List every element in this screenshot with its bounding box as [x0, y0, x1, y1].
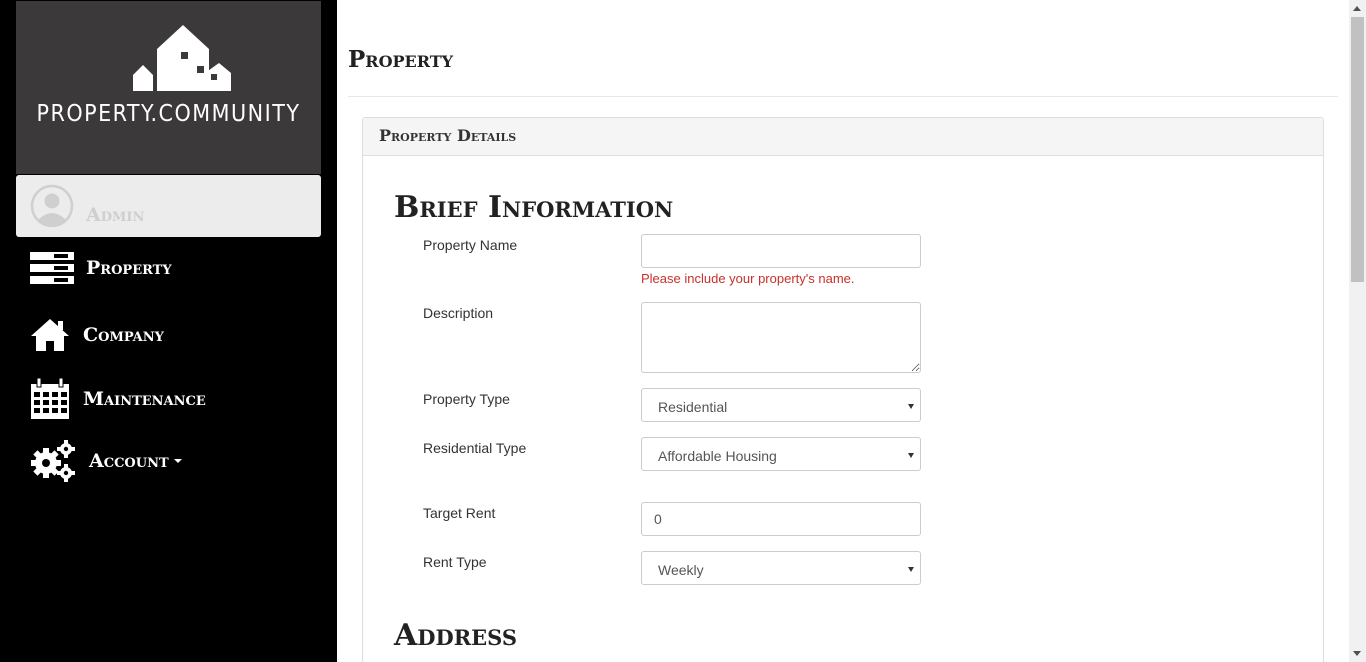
scroll-up-arrow-icon[interactable] [1353, 6, 1361, 11]
target-rent-label: Target Rent [423, 505, 496, 521]
description-textarea[interactable] [641, 302, 921, 373]
panel-title: Property Details [363, 118, 1323, 156]
brand-name: PROPERTY.COMMUNITY [36, 101, 301, 127]
nav-label: Account [89, 450, 169, 472]
property-details-panel: Property Details Brief Information Prope… [362, 117, 1324, 662]
property-type-select[interactable]: Residential [641, 388, 921, 422]
nav-label: Company [83, 324, 164, 346]
nav-account[interactable]: Account [30, 439, 182, 483]
gears-icon [31, 440, 75, 482]
rent-type-select[interactable]: Weekly [641, 551, 921, 585]
rent-type-value: Weekly [658, 562, 704, 578]
chevron-down-icon [173, 459, 182, 463]
sidebar: PROPERTY.COMMUNITY Admin Property Compan… [0, 0, 337, 662]
section-brief-information: Brief Information [394, 190, 674, 225]
page-title: Property [348, 46, 454, 73]
nav-company[interactable]: Company [30, 318, 164, 352]
residential-type-value: Affordable Housing [658, 448, 777, 464]
property-name-label: Property Name [423, 237, 518, 253]
property-name-input[interactable] [641, 234, 921, 268]
house-logo-icon [133, 25, 231, 91]
nav-maintenance[interactable]: Maintenance [30, 378, 206, 420]
vertical-scrollbar[interactable] [1349, 0, 1366, 662]
nav-label: Property [86, 257, 172, 279]
caret-down-icon [908, 404, 914, 409]
divider [348, 96, 1338, 97]
nav-property[interactable]: Property [30, 251, 172, 285]
home-icon [31, 319, 69, 351]
description-label: Description [423, 305, 494, 321]
property-name-error: Please include your property's name. [641, 271, 855, 286]
main-content: Property Property Details Brief Informat… [337, 0, 1349, 662]
brand-logo[interactable]: PROPERTY.COMMUNITY [16, 1, 321, 174]
property-type-label: Property Type [423, 391, 510, 407]
avatar-icon [30, 184, 74, 228]
target-rent-input[interactable] [641, 502, 921, 536]
caret-down-icon [908, 567, 914, 572]
caret-down-icon [908, 453, 914, 458]
scroll-down-arrow-icon[interactable] [1353, 651, 1361, 656]
calendar-icon [31, 378, 69, 419]
scroll-thumb[interactable] [1351, 17, 1364, 282]
residential-type-select[interactable]: Affordable Housing [641, 437, 921, 471]
nav-label: Maintenance [83, 388, 206, 410]
rent-type-label: Rent Type [423, 554, 487, 570]
property-type-value: Residential [658, 399, 728, 415]
residential-type-label: Residential Type [423, 440, 527, 456]
user-profile[interactable]: Admin [16, 175, 321, 237]
property-list-icon [30, 252, 74, 284]
user-name: Admin [86, 204, 145, 226]
section-address: Address [394, 618, 518, 653]
